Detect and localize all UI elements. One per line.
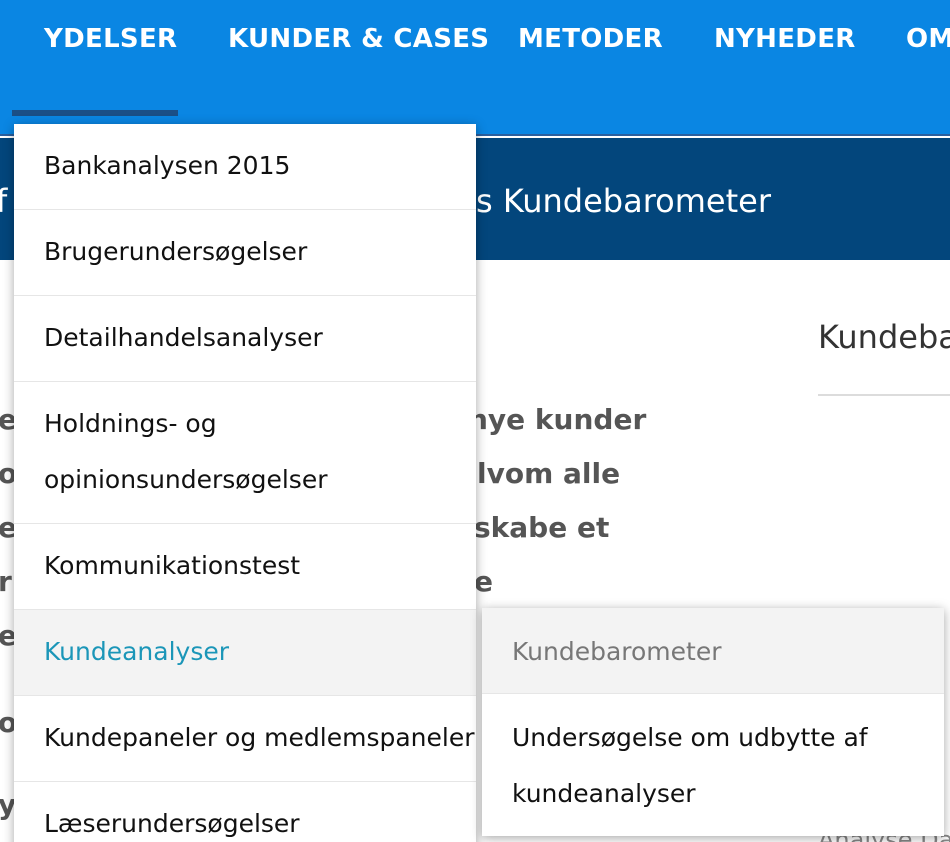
nav-item-ydelser[interactable]: YDELSER — [44, 24, 177, 54]
menu-item-label: Kommunikationstest — [44, 551, 301, 580]
body-text-fragment: r — [0, 565, 12, 598]
menu-item-label: Kundepaneler og medlemspaneler — [44, 723, 475, 752]
body-text-line: e — [474, 565, 493, 598]
menu-item-label: Brugerundersøgelser — [44, 237, 308, 266]
kundeanalyser-submenu: Kundebarometer Undersøgelse om udbytte a… — [482, 608, 944, 836]
nav-item-metoder[interactable]: METODER — [518, 24, 663, 54]
banner-title-fragment: f — [0, 182, 8, 220]
nav-item-nyheder[interactable]: NYHEDER — [714, 24, 856, 54]
body-text-line: skabe et — [474, 511, 610, 544]
nav-item-om[interactable]: OM — [906, 24, 950, 54]
menu-item-label: Detailhandelsanalyser — [44, 323, 323, 352]
sidebar-divider — [818, 394, 950, 396]
submenu-item-label: Undersøgelse om udbytte af — [512, 723, 868, 752]
menu-item-laeserundersoegelser[interactable]: Læserundersøgelser — [14, 782, 476, 842]
top-navigation: YDELSER KUNDER & CASES METODER NYHEDER O… — [0, 0, 950, 136]
submenu-item-undersoegelse-om-udbytte[interactable]: Undersøgelse om udbytte af kundeanalyser — [482, 694, 944, 836]
sidebar-heading: Kundeba — [818, 318, 950, 356]
page-title: s Kundebarometer — [476, 182, 771, 220]
menu-item-label: opinionsundersøgelser — [44, 465, 328, 494]
active-nav-indicator — [12, 110, 178, 116]
menu-item-kundepaneler-og-medlemspaneler[interactable]: Kundepaneler og medlemspaneler — [14, 696, 476, 782]
submenu-item-kundebarometer[interactable]: Kundebarometer — [482, 608, 944, 694]
menu-item-detailhandelsanalyser[interactable]: Detailhandelsanalyser — [14, 296, 476, 382]
menu-item-label: Holdnings- og — [44, 409, 217, 438]
body-text-line: nye kunder — [468, 403, 647, 436]
menu-item-bankanalysen-2015[interactable]: Bankanalysen 2015 — [14, 124, 476, 210]
menu-item-kundeanalyser[interactable]: Kundeanalyser — [14, 610, 476, 696]
menu-item-holdnings-og-opinionsundersoegelser[interactable]: Holdnings- og opinionsundersøgelser — [14, 382, 476, 524]
body-text-line: elvom alle — [458, 457, 621, 490]
submenu-item-label: Kundebarometer — [512, 637, 722, 666]
nav-item-kunder-cases[interactable]: KUNDER & CASES — [228, 24, 489, 54]
menu-item-label: Læserundersøgelser — [44, 809, 300, 838]
ydelser-dropdown-menu: Bankanalysen 2015 Brugerundersøgelser De… — [14, 124, 476, 842]
menu-item-label: Bankanalysen 2015 — [44, 151, 291, 180]
menu-item-kommunikationstest[interactable]: Kommunikationstest — [14, 524, 476, 610]
submenu-item-label: kundeanalyser — [512, 779, 696, 808]
menu-item-label: Kundeanalyser — [44, 637, 229, 666]
menu-item-brugerundersoegelser[interactable]: Brugerundersøgelser — [14, 210, 476, 296]
